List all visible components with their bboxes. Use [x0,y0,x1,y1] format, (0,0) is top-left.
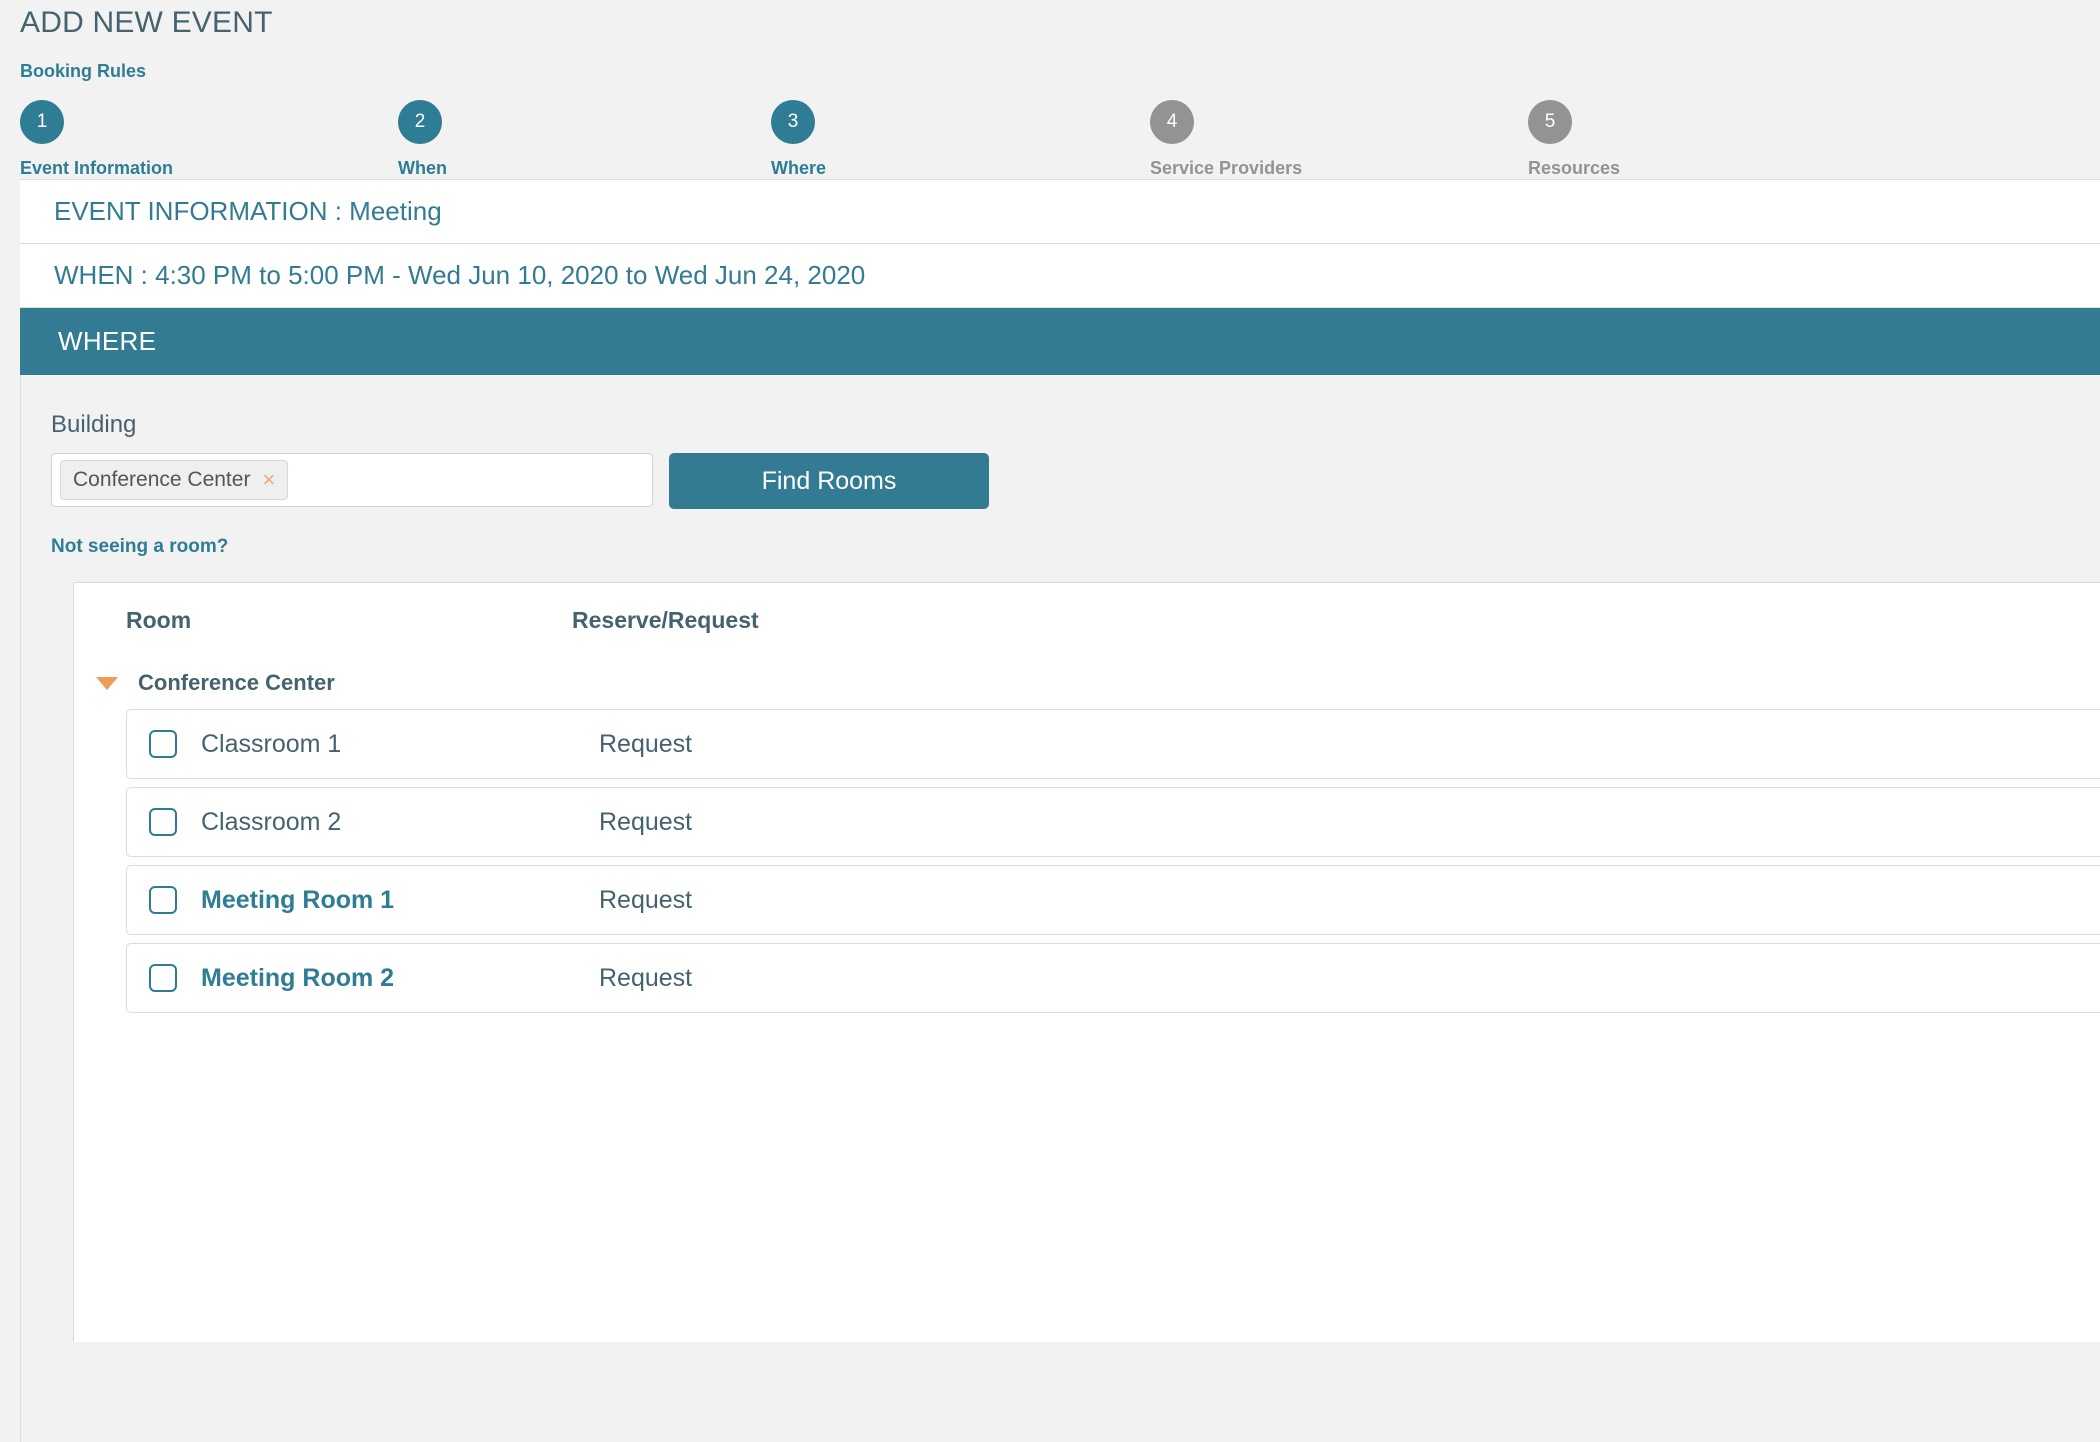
table-row[interactable]: Classroom 1 Request [126,709,2100,779]
stepper-step-1[interactable]: 1 Event Information [20,100,173,179]
stepper-step-5-label: Resources [1528,158,1621,178]
building-search-row: Conference Center × Find Rooms [51,453,2100,509]
stepper-step-5-circle: 5 [1528,100,1572,144]
reserve-request-label: Request [599,963,693,992]
stepper-step-3-circle: 3 [771,100,815,144]
stepper-step-1-label: Event Information [20,158,174,178]
stepper-step-1-circle: 1 [20,100,64,144]
stepper-step-4-circle: 4 [1150,100,1194,144]
room-table-header: Room Reserve/Request [74,583,2100,657]
table-row[interactable]: Meeting Room 2 Request [126,943,2100,1013]
booking-rules-link[interactable]: Booking Rules [20,61,146,82]
building-input[interactable]: Conference Center × [51,453,653,507]
accordion-section-when[interactable]: WHEN : 4:30 PM to 5:00 PM - Wed Jun 10, … [20,244,2100,308]
reserve-request-label: Request [599,807,693,836]
add-new-event-page: ADD NEW EVENT Booking Rules 1 Event Infor… [0,0,2100,1442]
column-header-reserve-request: Reserve/Request [572,606,759,633]
accordion-section-event-information-label: EVENT INFORMATION : Meeting [54,196,442,226]
room-name-label: Classroom 1 [201,729,342,758]
building-token[interactable]: Conference Center × [60,460,289,500]
building-token-label: Conference Center [73,467,251,491]
not-seeing-a-room-link[interactable]: Not seeing a room? [51,536,228,558]
room-results-panel: Room Reserve/Request Conference Center Cl… [73,582,2100,1342]
column-header-room: Room [126,606,192,633]
find-rooms-button[interactable]: Find Rooms [669,453,989,509]
room-select-checkbox[interactable] [149,808,177,836]
close-icon[interactable]: × [262,468,275,491]
room-select-checkbox[interactable] [149,886,177,914]
room-table-body: Conference Center Classroom 1 Request Class… [74,657,2100,1013]
room-name-link[interactable]: Meeting Room 2 [201,964,599,993]
reserve-request-label: Request [599,885,693,914]
accordion-section-when-label: WHEN : 4:30 PM to 5:00 PM - Wed Jun 10, … [54,260,866,290]
accordion-section-event-information[interactable]: EVENT INFORMATION : Meeting [20,180,2100,244]
chevron-down-icon[interactable] [96,676,118,690]
stepper-step-3-label: Where [771,158,827,178]
stepper-step-4[interactable]: 4 Service Providers [1150,100,1302,179]
reserve-request-label: Request [599,729,693,758]
page-title: ADD NEW EVENT [20,6,273,39]
table-row[interactable]: Classroom 2 Request [126,787,2100,857]
building-field-label: Building [51,411,137,438]
stepper-step-3[interactable]: 3 Where [771,100,826,179]
room-name-label: Classroom 2 [201,807,342,836]
wizard-accordion: EVENT INFORMATION : Meeting WHEN : 4:30 … [20,179,2100,1442]
room-select-checkbox[interactable] [149,730,177,758]
room-group-label: Conference Center [138,670,335,695]
room-select-checkbox[interactable] [149,964,177,992]
where-section-body: Building Conference Center × Find Rooms … [20,375,2100,1442]
accordion-section-where-header[interactable]: WHERE [20,308,2100,375]
room-name-link[interactable]: Meeting Room 1 [201,886,599,915]
stepper-step-5[interactable]: 5 Resources [1528,100,1620,179]
stepper-step-2-circle: 2 [398,100,442,144]
accordion-section-where-label: WHERE [58,326,157,356]
table-row[interactable]: Meeting Room 1 Request [126,865,2100,935]
room-group-header[interactable]: Conference Center [74,657,2100,709]
wizard-stepper: 1 Event Information 2 When 3 Where 4 Service Pr… [0,100,2100,182]
stepper-step-2[interactable]: 2 When [398,100,447,179]
stepper-step-4-label: Service Providers [1150,158,1303,178]
stepper-step-2-label: When [398,158,447,178]
